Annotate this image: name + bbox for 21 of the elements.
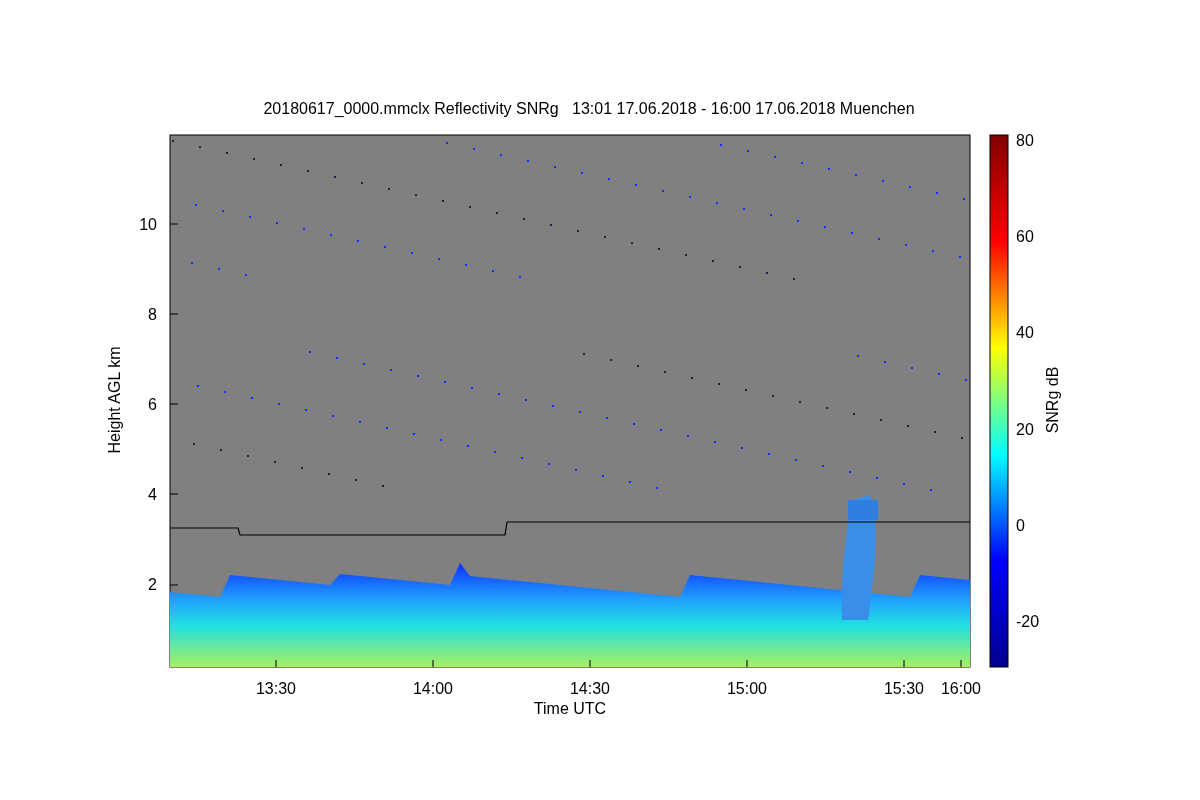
- x-tick-label: 16:00: [941, 680, 981, 697]
- colorbar-tick-label: 20: [1016, 420, 1034, 438]
- y-tick-label: 4: [148, 486, 157, 503]
- chart-title: 20180617_0000.mmclx Reflectivity SNRg 13:01 17.06.2018 - 16:00 17.06.2018 Muenchen: [263, 100, 915, 117]
- colorbar-label: SNRg dB: [1044, 366, 1061, 434]
- colorbar-tick-label: 40: [1016, 324, 1034, 342]
- y-tick-label: 10: [139, 216, 157, 233]
- colorbar-tick-label: 0: [1016, 516, 1025, 534]
- x-tick-label: 14:00: [413, 680, 453, 697]
- y-tick-label: 6: [148, 396, 157, 413]
- y-tick-label: 8: [148, 306, 157, 323]
- x-tick-label: 13:30: [256, 680, 296, 697]
- y-axis-label: Height AGL km: [106, 346, 123, 454]
- y-tick-label: 2: [148, 576, 157, 593]
- colorbar-tick-label: -20: [1016, 613, 1040, 630]
- colorbar-tick-label: 80: [1016, 132, 1034, 149]
- x-tick-label: 15:30: [884, 680, 924, 697]
- x-axis-label: Time UTC: [533, 700, 607, 717]
- colorbar-tick-label: 60: [1016, 228, 1034, 246]
- x-tick-label: 14:30: [570, 680, 610, 697]
- x-tick-label: 15:00: [727, 680, 767, 697]
